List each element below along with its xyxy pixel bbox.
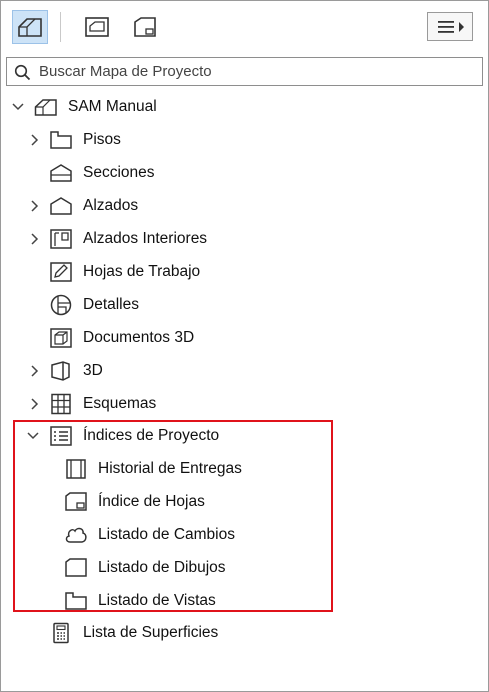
options-menu-button[interactable] (427, 12, 473, 41)
detail-icon (50, 294, 72, 316)
tree-item-pisos[interactable]: Pisos (1, 125, 481, 155)
tree-item-label: Detalles (83, 296, 139, 313)
chevron-right-icon[interactable] (28, 132, 42, 148)
highlight-box (13, 420, 333, 612)
chevron-right-icon[interactable] (28, 231, 42, 247)
house-icon (34, 99, 57, 116)
toolbar-separator (60, 12, 61, 42)
elevation-icon (50, 197, 72, 215)
search-icon (14, 64, 31, 81)
view-map-icon (85, 17, 109, 37)
project-map-tab-button[interactable] (12, 10, 48, 44)
calculator-icon (53, 622, 69, 644)
tree-item-label: Secciones (83, 164, 155, 181)
navigator-toolbar (1, 1, 488, 51)
tree-item-label: SAM Manual (68, 98, 157, 115)
tree-item-alzados-interiores[interactable]: Alzados Interiores (1, 224, 481, 254)
tree-item-documentos-3d[interactable]: Documentos 3D (1, 323, 481, 353)
tree-item-hojas-de-trabajo[interactable]: Hojas de Trabajo (1, 257, 481, 287)
tree-item-label: Alzados Interiores (83, 230, 208, 247)
layout-book-icon (134, 17, 156, 37)
tree-item-label: Esquemas (83, 395, 157, 412)
tree-item-detalles[interactable]: Detalles (1, 290, 481, 320)
chevron-right-icon[interactable] (28, 396, 42, 412)
tree-item-label: Documentos 3D (83, 329, 195, 346)
tree-item-esquemas[interactable]: Esquemas (1, 389, 481, 419)
view-map-tab-button[interactable] (79, 10, 115, 44)
3d-cube-icon (51, 361, 70, 381)
search-input[interactable] (39, 61, 469, 81)
story-icon (50, 131, 72, 149)
tree-item-label: Pisos (83, 131, 121, 148)
chevron-down-icon[interactable] (11, 99, 25, 115)
tree-item-alzados[interactable]: Alzados (1, 191, 481, 221)
tree-item-3d[interactable]: 3D (1, 356, 481, 386)
schedule-grid-icon (51, 393, 71, 415)
section-icon (50, 164, 72, 182)
house-icon (18, 18, 42, 37)
menu-arrow-icon (438, 20, 464, 33)
tree-item-sam-manual[interactable]: SAM Manual (1, 92, 481, 122)
chevron-right-icon[interactable] (28, 363, 42, 379)
tree-item-secciones[interactable]: Secciones (1, 158, 481, 188)
tree-item-label: Lista de Superficies (83, 624, 219, 641)
worksheet-icon (50, 262, 72, 282)
tree-item-label: 3D (83, 362, 103, 379)
tree-item-label: Hojas de Trabajo (83, 263, 201, 280)
interior-elevation-icon (50, 229, 72, 249)
project-map-panel: SAM Manual Pisos Secciones (0, 0, 489, 692)
chevron-right-icon[interactable] (28, 198, 42, 214)
search-box (6, 57, 483, 86)
tree-item-label: Alzados (83, 197, 139, 214)
layout-book-tab-button[interactable] (127, 10, 163, 44)
tree-item-lista-de-superficies[interactable]: Lista de Superficies (1, 618, 481, 648)
3d-document-icon (50, 328, 72, 348)
